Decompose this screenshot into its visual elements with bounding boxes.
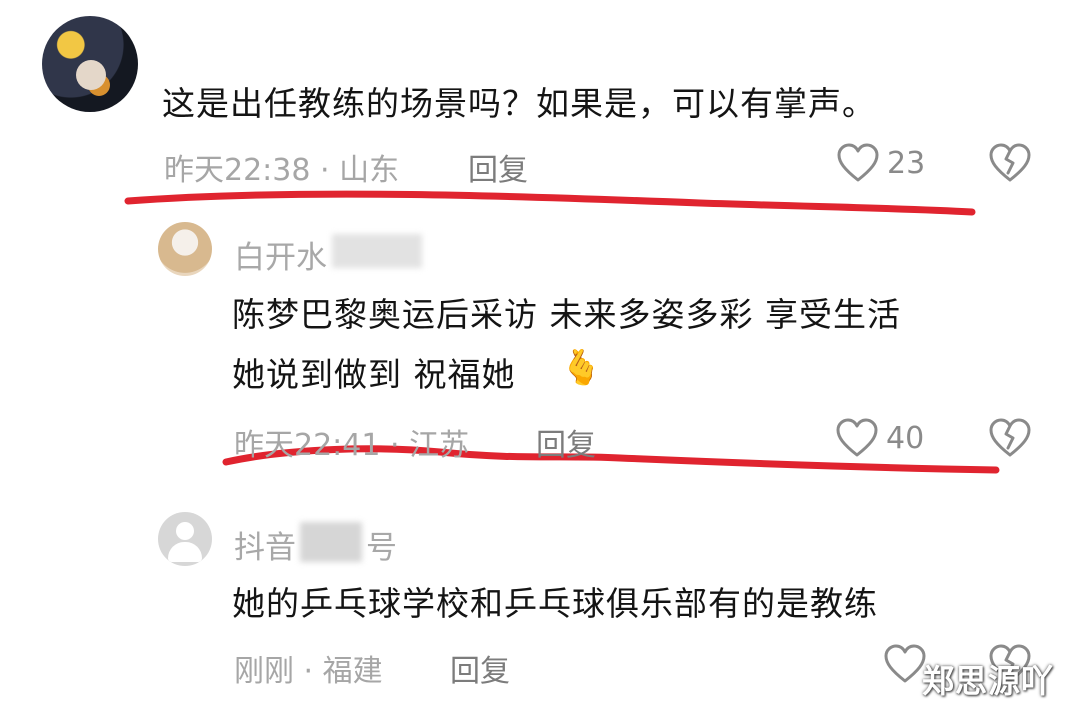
broken-heart-icon[interactable]: [988, 418, 1032, 458]
avatar-body-shape: [168, 542, 202, 562]
commenter-avatar[interactable]: [158, 222, 212, 276]
watermark: 郑思源吖: [922, 662, 1055, 700]
heart-outline-icon[interactable]: [883, 644, 927, 684]
blurred-username-region: [300, 522, 362, 562]
red-underline-1: [124, 190, 976, 216]
heart-outline-icon[interactable]: [835, 418, 879, 458]
reply-button[interactable]: 回复: [536, 420, 596, 464]
blurred-username-region: [332, 234, 422, 268]
finger-heart-emoji: 🫰: [560, 348, 603, 388]
default-avatar[interactable]: [158, 512, 212, 566]
comment-username[interactable]: 抖音: [234, 522, 296, 567]
comment-username[interactable]: 白开水: [234, 232, 327, 277]
comment-time-location: 昨天22:41 · 江苏: [234, 428, 470, 463]
avatar-head-shape: [176, 522, 194, 540]
comment-text: 她说到做到 祝福她: [232, 355, 516, 394]
comment-text: 陈梦巴黎奥运后采访 未来多姿多彩 享受生活: [232, 295, 901, 334]
comment-username-suffix: 号: [366, 530, 397, 566]
like-count: 40: [886, 421, 925, 456]
comment-time-location: 刚刚 · 福建: [234, 654, 383, 689]
comment-text: 她的乒乓球学校和乒乓球俱乐部有的是教练: [232, 584, 878, 623]
reply-button[interactable]: 回复: [450, 646, 510, 690]
